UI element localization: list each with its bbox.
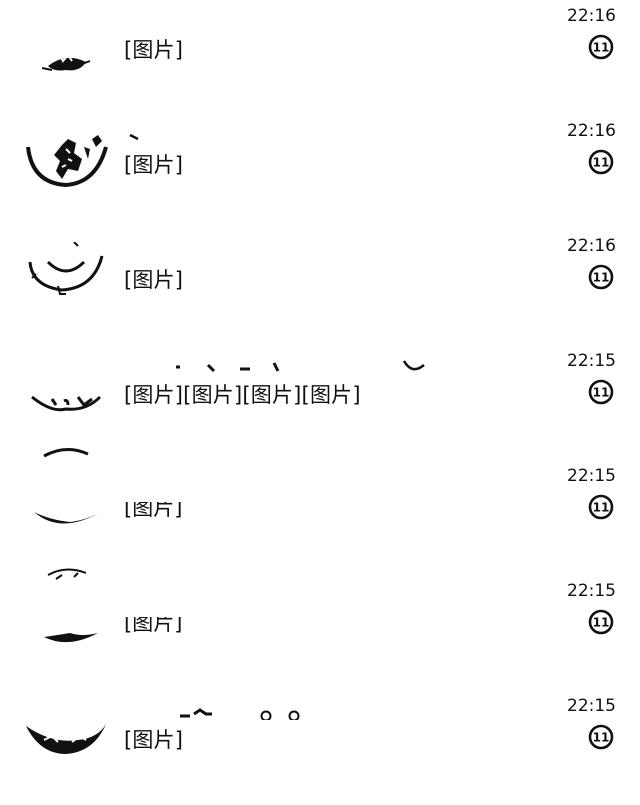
message-preview: [图片][图片][图片][图片] <box>124 383 361 407</box>
svg-text:11: 11 <box>593 616 610 630</box>
group-avatar-icon <box>34 448 104 524</box>
unread-badge-icon: 11 <box>588 724 614 750</box>
unread-badge-icon: 11 <box>588 264 614 290</box>
timestamp: 22:16 <box>567 236 616 256</box>
chat-row[interactable]: [图片] 22:15 11 <box>0 448 640 575</box>
message-preview: [图片] <box>124 268 184 292</box>
timestamp: 22:15 <box>567 696 616 716</box>
timestamp: 22:15 <box>567 581 616 601</box>
svg-text:11: 11 <box>593 271 610 285</box>
avatar[interactable] <box>22 357 110 445</box>
group-avatar-icon <box>31 395 102 412</box>
svg-text:11: 11 <box>593 386 610 400</box>
chat-list: [图片] 22:16 11 [图片] 22:16 11 [图片] 22:16 1… <box>0 0 640 789</box>
sender-name-fragment: [图片] <box>124 502 183 520</box>
group-avatar-icon <box>41 53 91 71</box>
timestamp: 22:16 <box>567 6 616 26</box>
group-avatar-icon <box>44 568 98 643</box>
chat-row[interactable]: [图片] 22:15 11 <box>0 690 640 805</box>
message-preview: [图片] <box>124 728 184 752</box>
message-preview: [图片] <box>124 153 184 177</box>
avatar[interactable] <box>22 700 110 788</box>
sender-name-fragment: [图片] <box>124 617 183 635</box>
group-avatar-icon <box>26 724 106 754</box>
chat-row[interactable]: [图片] 22:16 11 <box>0 0 640 115</box>
avatar[interactable] <box>22 127 110 215</box>
unread-badge-icon: 11 <box>588 494 614 520</box>
timestamp: 22:15 <box>567 466 616 486</box>
avatar[interactable] <box>22 446 110 534</box>
svg-text:11: 11 <box>593 501 610 515</box>
chat-row[interactable]: [图片] 22:15 11 <box>0 568 640 690</box>
message-preview: [图片] <box>124 38 184 62</box>
sender-name-fragment <box>124 125 144 145</box>
chat-row[interactable]: [图片][图片][图片][图片] 22:15 11 <box>0 345 640 460</box>
sender-name-fragment <box>124 700 304 720</box>
svg-text:11: 11 <box>593 41 610 55</box>
timestamp: 22:15 <box>567 351 616 371</box>
avatar[interactable] <box>22 12 110 100</box>
unread-badge-icon: 11 <box>588 379 614 405</box>
chat-row[interactable]: [图片] 22:16 11 <box>0 115 640 230</box>
chat-row[interactable]: [图片] 22:16 11 <box>0 230 640 345</box>
group-avatar-icon <box>28 242 104 295</box>
avatar[interactable] <box>22 242 110 330</box>
svg-text:11: 11 <box>593 731 610 745</box>
unread-badge-icon: 11 <box>588 609 614 635</box>
avatar[interactable] <box>22 561 110 649</box>
group-avatar-icon <box>26 135 108 188</box>
unread-badge-icon: 11 <box>588 34 614 60</box>
unread-badge-icon: 11 <box>588 149 614 175</box>
svg-text:11: 11 <box>593 156 610 170</box>
sender-name-fragment <box>124 355 444 375</box>
timestamp: 22:16 <box>567 121 616 141</box>
